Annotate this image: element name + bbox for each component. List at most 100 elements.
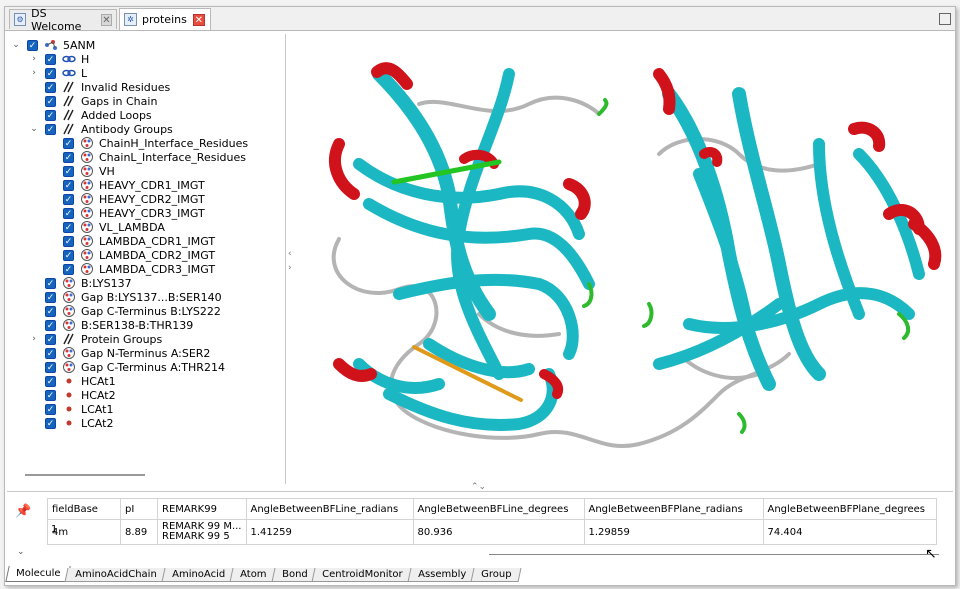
visibility-checkbox[interactable]: ✓ bbox=[63, 207, 74, 219]
tree-item[interactable]: ✓ HCAt2 bbox=[29, 388, 116, 402]
tree-item[interactable]: ✓ B:SER138-B:THR139 bbox=[29, 318, 193, 332]
tree-item[interactable]: ✓ VL_LAMBDA bbox=[47, 220, 165, 234]
visibility-checkbox[interactable]: ✓ bbox=[45, 53, 56, 65]
column-header[interactable]: AngleBetweenBFLine_radians bbox=[245, 498, 414, 520]
table-cell[interactable]: 1.29859 bbox=[583, 519, 764, 545]
visibility-checkbox[interactable]: ✓ bbox=[45, 67, 56, 79]
bottom-tab-label: Molecule bbox=[16, 568, 61, 579]
table-cell[interactable]: 80.936 bbox=[412, 519, 585, 545]
molecule-3d-viewer[interactable] bbox=[299, 34, 951, 482]
tree-item-label: LAMBDA_CDR1_IMGT bbox=[99, 234, 216, 248]
tree-item[interactable]: › ✓ H bbox=[29, 52, 89, 66]
table-cell[interactable]: REMARK 99 M... REMARK 99 5 bbox=[157, 519, 247, 545]
bottom-tab[interactable]: AminoAcidChain bbox=[64, 568, 168, 582]
visibility-checkbox[interactable]: ✓ bbox=[45, 417, 56, 429]
visibility-checkbox[interactable]: ✓ bbox=[45, 403, 56, 415]
tree-item[interactable]: ⌄ ✓ Antibody Groups bbox=[29, 122, 173, 136]
visibility-checkbox[interactable]: ✓ bbox=[63, 249, 74, 261]
group-icon bbox=[80, 263, 94, 275]
visibility-checkbox[interactable]: ✓ bbox=[63, 165, 74, 177]
visibility-checkbox[interactable]: ✓ bbox=[45, 109, 56, 121]
tree-item[interactable]: › ✓ Protein Groups bbox=[29, 332, 162, 346]
horizontal-scrollbar[interactable] bbox=[489, 554, 939, 555]
tree-item[interactable]: ✓ VH bbox=[47, 164, 115, 178]
visibility-checkbox[interactable]: ✓ bbox=[45, 277, 56, 289]
collapse-arrow-icon[interactable]: › bbox=[29, 54, 39, 64]
visibility-checkbox[interactable]: ✓ bbox=[63, 151, 74, 163]
close-icon[interactable]: ✕ bbox=[100, 13, 112, 26]
tree-item[interactable]: ✓ Added Loops bbox=[29, 108, 152, 122]
table-cell[interactable]: 8.89 bbox=[120, 519, 158, 545]
panel-collapse-arrows[interactable]: ‹ › bbox=[288, 247, 296, 275]
visibility-checkbox[interactable]: ✓ bbox=[63, 235, 74, 247]
expand-arrow-icon[interactable]: ⌄ bbox=[29, 124, 39, 134]
chevron-down-icon[interactable]: ⌄ bbox=[17, 547, 25, 557]
tree-item[interactable]: ✓ Gap C-Terminus B:LYS222 bbox=[29, 304, 221, 318]
table-cell[interactable]: 1.41259 bbox=[245, 519, 414, 545]
visibility-checkbox[interactable]: ✓ bbox=[45, 375, 56, 387]
tree-item[interactable]: ✓ HEAVY_CDR1_IMGT bbox=[47, 178, 205, 192]
visibility-checkbox[interactable]: ✓ bbox=[45, 305, 56, 317]
expand-arrow-icon[interactable]: ⌄ bbox=[11, 40, 21, 50]
tree-item[interactable]: ✓ LAMBDA_CDR1_IMGT bbox=[47, 234, 215, 248]
bottom-tab[interactable]: Assembly bbox=[407, 568, 477, 582]
tree-item[interactable]: › ✓ L bbox=[29, 66, 87, 80]
collapse-arrow-icon[interactable]: › bbox=[29, 334, 39, 344]
group-icon bbox=[80, 137, 94, 149]
tree-item[interactable]: ✓ HEAVY_CDR2_IMGT bbox=[47, 192, 205, 206]
tree-item[interactable]: ✓ Gaps in Chain bbox=[29, 94, 157, 108]
column-header[interactable]: REMARK99 bbox=[157, 498, 247, 520]
tree-item[interactable]: ✓ Gap B:LYS137...B:SER140 bbox=[29, 290, 222, 304]
visibility-checkbox[interactable]: ✓ bbox=[63, 221, 74, 233]
close-icon[interactable]: ✕ bbox=[192, 13, 205, 26]
visibility-checkbox[interactable]: ✓ bbox=[45, 319, 56, 331]
tree-item[interactable]: ✓ Gap N-Terminus A:SER2 bbox=[29, 346, 210, 360]
table-cell[interactable]: 4m bbox=[47, 519, 121, 545]
tree-item[interactable]: ⌄ ✓ 5ANM bbox=[11, 38, 95, 52]
column-header[interactable]: fieldBase bbox=[47, 498, 121, 520]
tree-item[interactable]: ✓ Gap C-Terminus A:THR214 bbox=[29, 360, 225, 374]
tree-item[interactable]: ✓ LCAt2 bbox=[29, 416, 113, 430]
bottom-tab[interactable]: Molecule bbox=[5, 566, 72, 582]
visibility-checkbox[interactable]: ✓ bbox=[45, 333, 56, 345]
bottom-tab[interactable]: CentroidMonitor bbox=[311, 568, 414, 582]
table-cell[interactable]: 74.404 bbox=[762, 519, 937, 545]
column-header[interactable]: pI bbox=[120, 498, 158, 520]
bottom-tab[interactable]: AminoAcid bbox=[161, 568, 236, 582]
tab-proteins[interactable]: ✲ proteins ✕ bbox=[119, 8, 211, 30]
tree-item[interactable]: ✓ LAMBDA_CDR2_IMGT bbox=[47, 248, 215, 262]
visibility-checkbox[interactable]: ✓ bbox=[45, 389, 56, 401]
atom-icon bbox=[62, 417, 76, 429]
tree-item[interactable]: ✓ ChainH_Interface_Residues bbox=[47, 136, 248, 150]
bottom-tab[interactable]: Group bbox=[470, 568, 523, 582]
tree-item[interactable]: ✓ Invalid Residues bbox=[29, 80, 170, 94]
maximize-icon[interactable] bbox=[939, 13, 951, 25]
visibility-checkbox[interactable]: ✓ bbox=[27, 39, 38, 51]
column-header[interactable]: AngleBetweenBFPlane_degrees bbox=[762, 498, 937, 520]
visibility-checkbox[interactable]: ✓ bbox=[45, 81, 56, 93]
column-header[interactable]: AngleBetweenBFLine_degrees bbox=[412, 498, 585, 520]
column-header[interactable]: AngleBetweenBFPlane_radians bbox=[583, 498, 764, 520]
pin-icon[interactable]: 📌 bbox=[15, 504, 31, 519]
visibility-checkbox[interactable]: ✓ bbox=[63, 193, 74, 205]
collapse-arrow-icon[interactable]: › bbox=[29, 68, 39, 78]
visibility-checkbox[interactable]: ✓ bbox=[45, 291, 56, 303]
tree-item[interactable]: ✓ HCAt1 bbox=[29, 374, 116, 388]
visibility-checkbox[interactable]: ✓ bbox=[45, 361, 56, 373]
horizontal-scrollbar[interactable] bbox=[25, 474, 145, 476]
tab-ds-welcome[interactable]: ⚙ DS Welcome ✕ bbox=[9, 7, 117, 33]
tree-item[interactable]: ✓ B:LYS137 bbox=[29, 276, 132, 290]
visibility-checkbox[interactable]: ✓ bbox=[45, 347, 56, 359]
tree-item[interactable]: ✓ LAMBDA_CDR3_IMGT bbox=[47, 262, 215, 276]
visibility-checkbox[interactable]: ✓ bbox=[63, 137, 74, 149]
visibility-checkbox[interactable]: ✓ bbox=[63, 179, 74, 191]
bottom-tab[interactable]: Atom bbox=[229, 568, 278, 582]
table-row[interactable]: 4m 8.89 REMARK 99 M... REMARK 99 5 1.412… bbox=[47, 519, 937, 545]
tree-item[interactable]: ✓ HEAVY_CDR3_IMGT bbox=[47, 206, 205, 220]
tree-item[interactable]: ✓ ChainL_Interface_Residues bbox=[47, 150, 246, 164]
hatch-icon bbox=[62, 333, 76, 345]
tree-item[interactable]: ✓ LCAt1 bbox=[29, 402, 113, 416]
visibility-checkbox[interactable]: ✓ bbox=[45, 95, 56, 107]
visibility-checkbox[interactable]: ✓ bbox=[63, 263, 74, 275]
visibility-checkbox[interactable]: ✓ bbox=[45, 123, 56, 135]
